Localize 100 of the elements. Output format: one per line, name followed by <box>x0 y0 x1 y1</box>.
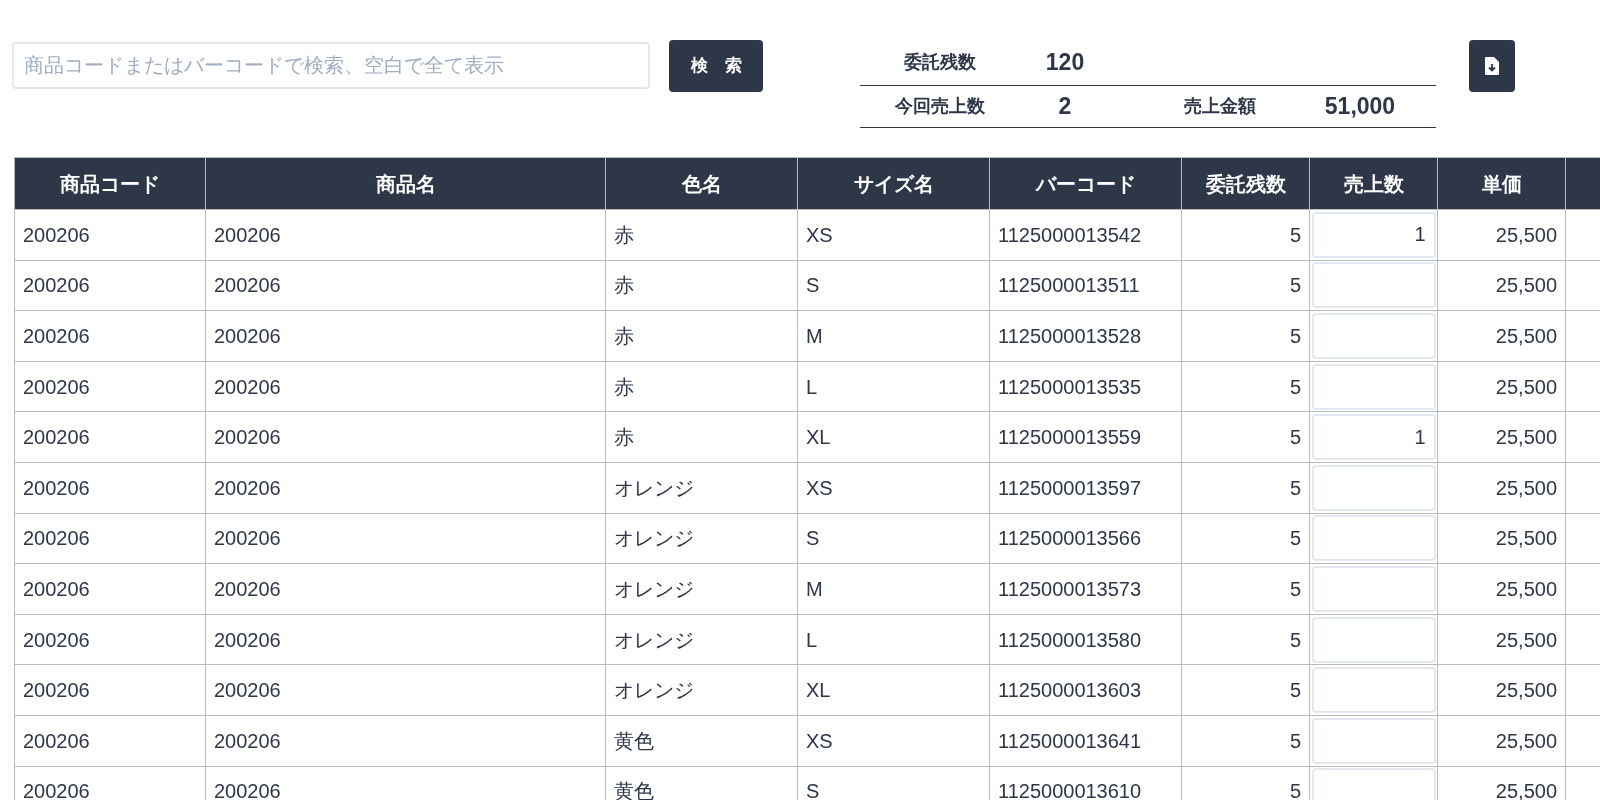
table-cell: 1125000013511 <box>989 260 1182 311</box>
column-header: 商品名 <box>205 157 606 210</box>
table-cell: 25,500 <box>1437 614 1566 665</box>
table-cell: 1125000013603 <box>989 664 1182 716</box>
table-cell: 1125000013580 <box>989 614 1182 665</box>
table-cell: 1125000013597 <box>989 462 1182 514</box>
table-cell: 200206 <box>14 513 206 564</box>
table-cell: 200206 <box>205 715 606 767</box>
table-cell: 25,500 <box>1437 462 1566 514</box>
quantity-field[interactable] <box>1311 515 1436 562</box>
table-cell: 5 <box>1181 715 1310 767</box>
table-cell: 5 <box>1181 462 1310 514</box>
table-cell: 200206 <box>205 260 606 311</box>
table-cell: 1125000013573 <box>989 563 1182 615</box>
table-cell: S <box>797 260 990 311</box>
summary-value: 120 <box>1044 48 1086 78</box>
table-cell: S <box>797 513 990 564</box>
table-cell: 200206 <box>14 462 206 514</box>
table-cell: 200206 <box>14 614 206 665</box>
quantity-field[interactable] <box>1311 363 1436 410</box>
table-cell: 赤 <box>605 209 798 261</box>
quantity-field[interactable] <box>1311 667 1436 714</box>
summary-label: 今回売上数 <box>894 95 986 118</box>
table-cell: 200206 <box>205 664 606 716</box>
quantity-field[interactable] <box>1311 616 1436 663</box>
table-cell: 200206 <box>205 614 606 665</box>
table-cell: オレンジ <box>605 614 798 665</box>
table-cell: 200206 <box>14 260 206 311</box>
table-cell: 25,500 <box>1437 209 1566 261</box>
table-cell: 5 <box>1181 563 1310 615</box>
table-cell: 200206 <box>14 411 206 463</box>
table-cell: 5 <box>1181 209 1310 261</box>
table-cell: 黄色 <box>605 715 798 767</box>
table-cell: 200206 <box>14 209 206 261</box>
table-cell: 200206 <box>14 563 206 615</box>
table-cell: 25,500 <box>1437 260 1566 311</box>
table-cell: オレンジ <box>605 664 798 716</box>
table-cell: 1125000013641 <box>989 715 1182 767</box>
table-cell: 25,500 <box>1437 563 1566 615</box>
quantity-field[interactable] <box>1311 717 1436 764</box>
table-cell: 25,500 <box>1437 361 1566 412</box>
search-field[interactable]: 商品コードまたはバーコードで検索、空白で全て表示 <box>12 42 650 89</box>
table-cell: 25,500 <box>1437 310 1566 362</box>
table-cell: 5 <box>1181 361 1310 412</box>
table-cell: 1125000013528 <box>989 310 1182 362</box>
table-cell: 25,500 <box>1437 411 1566 463</box>
quantity-field[interactable] <box>1311 768 1436 800</box>
column-header: 委託残数 <box>1181 157 1310 210</box>
download-button[interactable] <box>1469 40 1515 92</box>
table-cell: 200206 <box>205 462 606 514</box>
column-header: 色名 <box>605 157 798 210</box>
table-cell: XL <box>797 664 990 716</box>
quantity-field[interactable]: 1 <box>1311 211 1436 258</box>
quantity-field[interactable] <box>1311 565 1436 612</box>
column-header: サイズ名 <box>797 157 990 210</box>
quantity-field[interactable] <box>1311 262 1436 309</box>
summary-value: 51,000 <box>1323 92 1397 122</box>
table-cell: XS <box>797 462 990 514</box>
table-cell: L <box>797 614 990 665</box>
table-cell: 1125000013535 <box>989 361 1182 412</box>
table-cell: 赤 <box>605 310 798 362</box>
table-cell: 200206 <box>14 664 206 716</box>
table-cell: オレンジ <box>605 563 798 615</box>
table-cell: 200206 <box>205 513 606 564</box>
quantity-field[interactable]: 1 <box>1311 414 1436 461</box>
table-cell: 200206 <box>205 361 606 412</box>
table-cell: 200206 <box>205 209 606 261</box>
table-cell: XL <box>797 411 990 463</box>
table-cell: 赤 <box>605 411 798 463</box>
table-cell: オレンジ <box>605 462 798 514</box>
column-header: 売上数 <box>1309 157 1438 210</box>
table-cell: XS <box>797 209 990 261</box>
table-cell: 5 <box>1181 310 1310 362</box>
table-cell: 5 <box>1181 664 1310 716</box>
table-cell: 200206 <box>14 310 206 362</box>
search-button[interactable]: 検 索 <box>669 40 763 92</box>
table-cell: 1125000013566 <box>989 513 1182 564</box>
table-cell: 赤 <box>605 361 798 412</box>
table-cell: M <box>797 310 990 362</box>
column-header: 商品コード <box>14 157 206 210</box>
table-cell: 200206 <box>205 411 606 463</box>
quantity-field[interactable] <box>1311 464 1436 511</box>
table-cell: 5 <box>1181 614 1310 665</box>
summary-value: 2 <box>1057 92 1073 122</box>
table-cell: 25,500 <box>1437 664 1566 716</box>
table-cell: 25,500 <box>1437 513 1566 564</box>
column-header: バーコード <box>989 157 1182 210</box>
table-cell: 200206 <box>14 361 206 412</box>
table-cell: 200206 <box>205 563 606 615</box>
table-cell: 赤 <box>605 260 798 311</box>
summary-label: 委託残数 <box>903 51 977 74</box>
table-cell: 5 <box>1181 513 1310 564</box>
table-cell: 1125000013542 <box>989 209 1182 261</box>
table-cell: 200206 <box>14 715 206 767</box>
table-cell: M <box>797 563 990 615</box>
table-cell: 200206 <box>205 310 606 362</box>
table-cell: 5 <box>1181 260 1310 311</box>
quantity-field[interactable] <box>1311 313 1436 359</box>
table-cell: 5 <box>1181 411 1310 463</box>
table-cell: L <box>797 361 990 412</box>
